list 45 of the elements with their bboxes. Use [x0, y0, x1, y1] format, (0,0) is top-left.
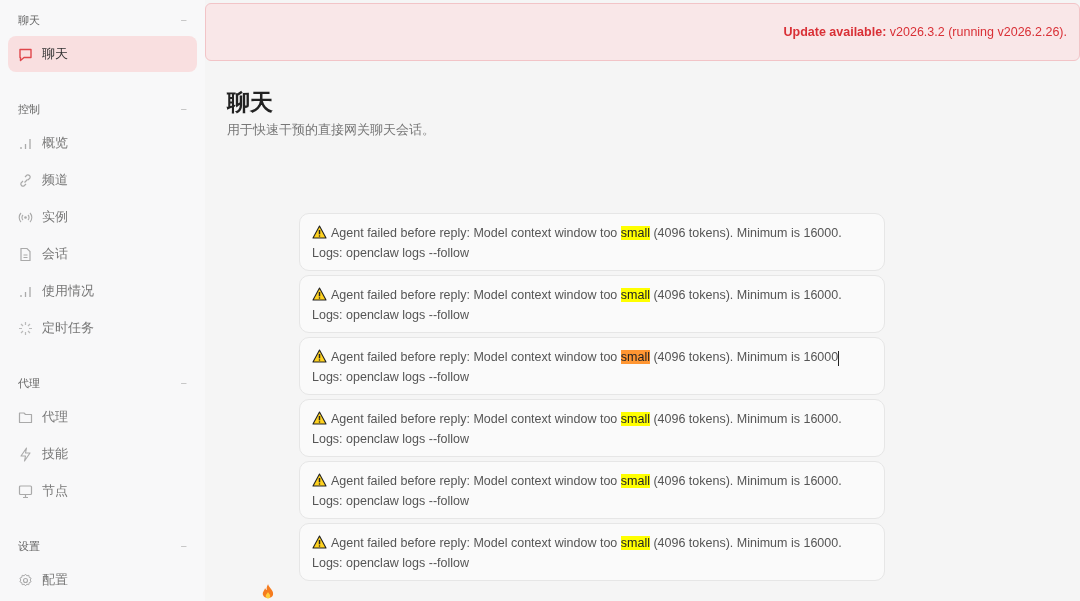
error-message: Agent failed before reply: Model context window too small (4096 tokens). Minimum is 16000.: [312, 409, 872, 430]
error-message: Agent failed before reply: Model context window too small (4096 tokens). Minimum is 16000.: [312, 223, 872, 244]
section-heading: 代理: [18, 375, 40, 391]
nav-item[interactable]: 配置: [8, 562, 197, 598]
chat-bubble-icon: [18, 46, 33, 62]
update-notice: Update available: v2026.3.2 (running v2026.2.26).: [783, 23, 1067, 41]
nav-item[interactable]: 会话: [8, 236, 197, 272]
warning-icon: [312, 225, 327, 240]
warning-icon: [312, 473, 327, 488]
log-hint: Logs: openclaw logs --follow: [312, 493, 471, 511]
log-hint: Logs: openclaw logs --follow: [312, 555, 471, 573]
log-hint: Logs: openclaw logs --follow: [312, 245, 471, 263]
flame-icon: [262, 584, 274, 601]
log-hint: Logs: openclaw logs --follow: [312, 369, 471, 387]
warning-icon: [312, 411, 327, 426]
error-message: Agent failed before reply: Model context window too small (4096 tokens). Minimum is 16000.: [312, 471, 872, 492]
document-icon: [18, 246, 33, 262]
spinner-icon: [18, 320, 33, 336]
nav-item[interactable]: 使用情况: [8, 273, 197, 309]
nav-item[interactable]: 聊天: [8, 36, 197, 72]
nav-item[interactable]: 概览: [8, 125, 197, 161]
warning-icon: [312, 349, 327, 364]
settings-icon: [18, 572, 33, 588]
warning-icon: [312, 535, 327, 550]
nav-item[interactable]: 技能: [8, 436, 197, 472]
log-hint: Logs: openclaw logs --follow: [312, 307, 471, 325]
log-hint: Logs: openclaw logs --follow: [312, 431, 471, 449]
folder-icon: [18, 409, 33, 425]
nav-item[interactable]: 实例: [8, 199, 197, 235]
monitor-icon: [18, 483, 33, 499]
nav-item[interactable]: 代理: [8, 399, 197, 435]
nav-item[interactable]: 节点: [8, 473, 197, 509]
section-heading: 控制: [18, 101, 40, 117]
nav-item[interactable]: 定时任务: [8, 310, 197, 346]
warning-icon: [312, 287, 327, 302]
page-title: 聊天: [227, 89, 274, 117]
lightning-icon: [18, 446, 33, 462]
section-heading: 设置: [18, 538, 40, 554]
section-heading: 聊天: [18, 12, 40, 28]
error-message: Agent failed before reply: Model context window too small (4096 tokens). Minimum is 16000: [312, 347, 872, 368]
nav-item[interactable]: 频道: [8, 162, 197, 198]
page-subtitle: 用于快速干预的直接网关聊天会话。: [227, 121, 436, 139]
error-message: Agent failed before reply: Model context window too small (4096 tokens). Minimum is 16000.: [312, 533, 872, 554]
error-message: Agent failed before reply: Model context window too small (4096 tokens). Minimum is 16000.: [312, 285, 872, 306]
link-icon: [18, 172, 33, 188]
